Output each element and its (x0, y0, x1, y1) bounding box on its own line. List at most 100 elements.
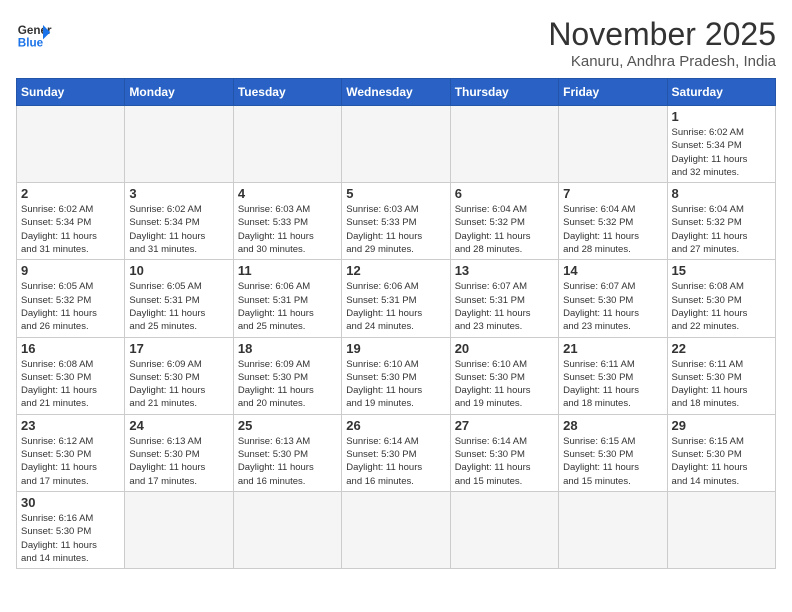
logo: General Blue (16, 16, 52, 52)
calendar-cell: 28 Sunrise: 6:15 AMSunset: 5:30 PMDayligh… (559, 414, 667, 491)
calendar-cell (559, 106, 667, 183)
day-info: Sunrise: 6:11 AMSunset: 5:30 PMDaylight:… (563, 358, 662, 411)
calendar-header-wednesday: Wednesday (342, 79, 450, 106)
calendar-cell: 13Sunrise: 6:07 AMSunset: 5:31 PMDayligh… (450, 260, 558, 337)
calendar-cell (559, 491, 667, 568)
calendar-header-thursday: Thursday (450, 79, 558, 106)
day-info: Sunrise: 6:07 AMSunset: 5:31 PMDaylight:… (455, 280, 554, 333)
day-info: Sunrise: 6:02 AMSunset: 5:34 PMDaylight:… (129, 203, 228, 256)
month-title: November 2025 (548, 16, 776, 53)
calendar-cell: 29 Sunrise: 6:15 AMSunset: 5:30 PMDayligh… (667, 414, 775, 491)
calendar-cell: 19 Sunrise: 6:10 AMSunset: 5:30 PMDayligh… (342, 337, 450, 414)
day-info: Sunrise: 6:15 AMSunset: 5:30 PMDaylight:… (672, 435, 771, 488)
day-number: 10 (129, 263, 228, 278)
day-number: 7 (563, 186, 662, 201)
day-info: Sunrise: 6:04 AMSunset: 5:32 PMDaylight:… (563, 203, 662, 256)
calendar-cell: 26 Sunrise: 6:14 AMSunset: 5:30 PMDayligh… (342, 414, 450, 491)
calendar-cell (233, 106, 341, 183)
day-info: Sunrise: 6:15 AMSunset: 5:30 PMDaylight:… (563, 435, 662, 488)
calendar-cell: 12Sunrise: 6:06 AMSunset: 5:31 PMDayligh… (342, 260, 450, 337)
day-info: Sunrise: 6:06 AMSunset: 5:31 PMDaylight:… (238, 280, 337, 333)
day-number: 12 (346, 263, 445, 278)
calendar-week-row-3: 9Sunrise: 6:05 AMSunset: 5:32 PMDaylight… (17, 260, 776, 337)
calendar-cell: 17Sunrise: 6:09 AMSunset: 5:30 PMDayligh… (125, 337, 233, 414)
calendar-header-tuesday: Tuesday (233, 79, 341, 106)
day-info: Sunrise: 6:08 AMSunset: 5:30 PMDaylight:… (21, 358, 120, 411)
calendar-header-monday: Monday (125, 79, 233, 106)
calendar-cell: 24Sunrise: 6:13 AMSunset: 5:30 PMDayligh… (125, 414, 233, 491)
day-number: 23 (21, 418, 120, 433)
calendar-cell (125, 491, 233, 568)
calendar-cell: 22Sunrise: 6:11 AMSunset: 5:30 PMDayligh… (667, 337, 775, 414)
day-number: 22 (672, 341, 771, 356)
calendar-header-row: SundayMondayTuesdayWednesdayThursdayFrid… (17, 79, 776, 106)
day-number: 9 (21, 263, 120, 278)
day-number: 21 (563, 341, 662, 356)
day-info: Sunrise: 6:08 AMSunset: 5:30 PMDaylight:… (672, 280, 771, 333)
calendar-cell: 8 Sunrise: 6:04 AMSunset: 5:32 PMDaylight… (667, 183, 775, 260)
day-info: Sunrise: 6:10 AMSunset: 5:30 PMDaylight:… (346, 358, 445, 411)
day-number: 18 (238, 341, 337, 356)
day-info: Sunrise: 6:10 AMSunset: 5:30 PMDaylight:… (455, 358, 554, 411)
day-number: 1 (672, 109, 771, 124)
day-info: Sunrise: 6:02 AMSunset: 5:34 PMDaylight:… (672, 126, 771, 179)
calendar-cell (342, 491, 450, 568)
calendar-cell: 15 Sunrise: 6:08 AMSunset: 5:30 PMDayligh… (667, 260, 775, 337)
day-number: 8 (672, 186, 771, 201)
day-info: Sunrise: 6:07 AMSunset: 5:30 PMDaylight:… (563, 280, 662, 333)
calendar-week-row-2: 2 Sunrise: 6:02 AMSunset: 5:34 PMDaylight… (17, 183, 776, 260)
calendar-cell (450, 106, 558, 183)
day-number: 5 (346, 186, 445, 201)
calendar-cell (17, 106, 125, 183)
calendar-cell: 27 Sunrise: 6:14 AMSunset: 5:30 PMDayligh… (450, 414, 558, 491)
calendar-cell: 5 Sunrise: 6:03 AMSunset: 5:33 PMDaylight… (342, 183, 450, 260)
day-info: Sunrise: 6:14 AMSunset: 5:30 PMDaylight:… (455, 435, 554, 488)
day-info: Sunrise: 6:03 AMSunset: 5:33 PMDaylight:… (238, 203, 337, 256)
calendar-header-saturday: Saturday (667, 79, 775, 106)
calendar-cell: 9Sunrise: 6:05 AMSunset: 5:32 PMDaylight… (17, 260, 125, 337)
calendar-cell: 1 Sunrise: 6:02 AMSunset: 5:34 PMDaylight… (667, 106, 775, 183)
day-number: 28 (563, 418, 662, 433)
day-number: 2 (21, 186, 120, 201)
day-number: 27 (455, 418, 554, 433)
calendar-cell: 21 Sunrise: 6:11 AMSunset: 5:30 PMDayligh… (559, 337, 667, 414)
title-block: November 2025 Kanuru, Andhra Pradesh, In… (548, 16, 776, 70)
day-info: Sunrise: 6:05 AMSunset: 5:31 PMDaylight:… (129, 280, 228, 333)
day-number: 20 (455, 341, 554, 356)
day-info: Sunrise: 6:04 AMSunset: 5:32 PMDaylight:… (672, 203, 771, 256)
calendar-cell: 14Sunrise: 6:07 AMSunset: 5:30 PMDayligh… (559, 260, 667, 337)
calendar-cell: 10 Sunrise: 6:05 AMSunset: 5:31 PMDayligh… (125, 260, 233, 337)
day-info: Sunrise: 6:14 AMSunset: 5:30 PMDaylight:… (346, 435, 445, 488)
day-number: 29 (672, 418, 771, 433)
day-number: 30 (21, 495, 120, 510)
calendar-week-row-5: 23 Sunrise: 6:12 AMSunset: 5:30 PMDayligh… (17, 414, 776, 491)
day-number: 3 (129, 186, 228, 201)
calendar-cell: 23 Sunrise: 6:12 AMSunset: 5:30 PMDayligh… (17, 414, 125, 491)
day-info: Sunrise: 6:03 AMSunset: 5:33 PMDaylight:… (346, 203, 445, 256)
day-number: 26 (346, 418, 445, 433)
day-number: 24 (129, 418, 228, 433)
calendar-cell: 4Sunrise: 6:03 AMSunset: 5:33 PMDaylight… (233, 183, 341, 260)
day-info: Sunrise: 6:04 AMSunset: 5:32 PMDaylight:… (455, 203, 554, 256)
calendar-cell: 20 Sunrise: 6:10 AMSunset: 5:30 PMDayligh… (450, 337, 558, 414)
day-number: 15 (672, 263, 771, 278)
calendar-header-friday: Friday (559, 79, 667, 106)
calendar-cell: 2 Sunrise: 6:02 AMSunset: 5:34 PMDaylight… (17, 183, 125, 260)
calendar-cell: 11Sunrise: 6:06 AMSunset: 5:31 PMDayligh… (233, 260, 341, 337)
calendar-cell: 3 Sunrise: 6:02 AMSunset: 5:34 PMDaylight… (125, 183, 233, 260)
calendar-cell: 6Sunrise: 6:04 AMSunset: 5:32 PMDaylight… (450, 183, 558, 260)
page-header: General Blue November 2025 Kanuru, Andhr… (16, 16, 776, 70)
calendar-cell: 7 Sunrise: 6:04 AMSunset: 5:32 PMDaylight… (559, 183, 667, 260)
calendar-week-row-1: 1 Sunrise: 6:02 AMSunset: 5:34 PMDaylight… (17, 106, 776, 183)
calendar-week-row-4: 16Sunrise: 6:08 AMSunset: 5:30 PMDayligh… (17, 337, 776, 414)
day-info: Sunrise: 6:09 AMSunset: 5:30 PMDaylight:… (238, 358, 337, 411)
calendar-cell (233, 491, 341, 568)
day-number: 19 (346, 341, 445, 356)
day-info: Sunrise: 6:12 AMSunset: 5:30 PMDaylight:… (21, 435, 120, 488)
location: Kanuru, Andhra Pradesh, India (548, 53, 776, 70)
calendar-week-row-6: 30Sunrise: 6:16 AMSunset: 5:30 PMDayligh… (17, 491, 776, 568)
day-info: Sunrise: 6:02 AMSunset: 5:34 PMDaylight:… (21, 203, 120, 256)
calendar-cell (450, 491, 558, 568)
generalblue-logo-icon: General Blue (16, 16, 52, 52)
calendar-cell (125, 106, 233, 183)
